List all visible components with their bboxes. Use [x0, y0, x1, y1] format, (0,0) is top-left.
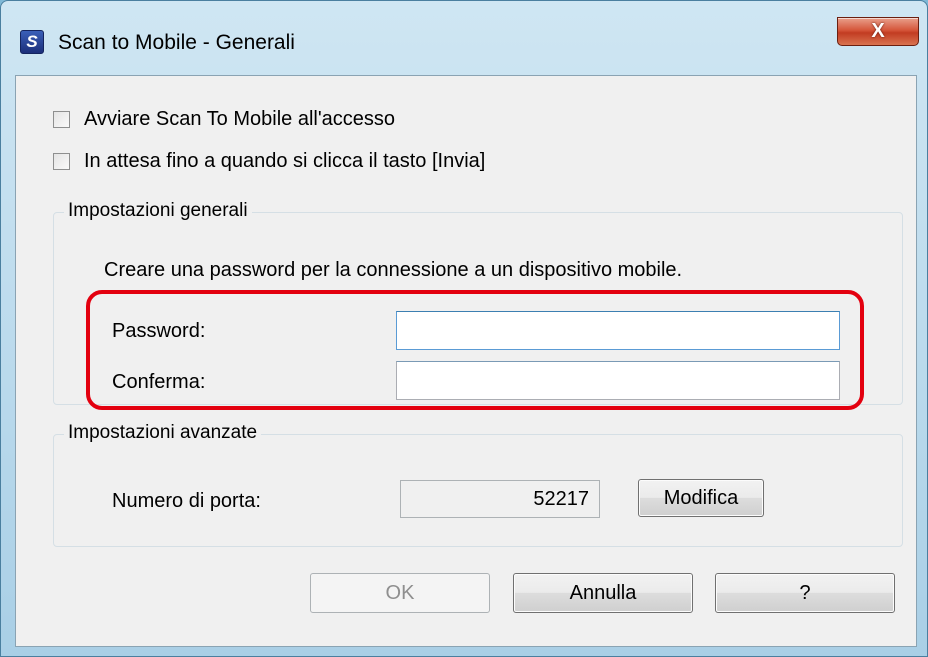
- help-button[interactable]: ?: [715, 573, 895, 613]
- dialog-window: S Scan to Mobile - Generali X Avviare Sc…: [0, 0, 928, 657]
- close-icon: X: [871, 20, 885, 42]
- start-at-login-checkbox[interactable]: [53, 111, 70, 128]
- scan-to-mobile-app-icon: S: [20, 30, 44, 54]
- window-title: Scan to Mobile - Generali: [58, 31, 295, 54]
- cancel-button[interactable]: Annulla: [513, 573, 693, 613]
- advanced-settings-group: Impostazioni avanzate Numero di porta: 5…: [53, 422, 903, 547]
- start-at-login-label: Avviare Scan To Mobile all'accesso: [84, 108, 396, 130]
- wait-for-send-checkbox[interactable]: [53, 153, 70, 170]
- general-settings-group: Impostazioni generali Creare una passwor…: [53, 200, 903, 405]
- confirm-password-input[interactable]: [396, 361, 840, 400]
- wait-for-send-option[interactable]: In attesa fino a quando si clicca il tas…: [53, 150, 485, 173]
- confirm-password-label: Conferma:: [112, 371, 206, 393]
- password-description: Creare una password per la connessione a…: [104, 259, 683, 281]
- password-input[interactable]: [396, 311, 840, 350]
- port-number-field: 52217: [400, 480, 600, 518]
- advanced-settings-title: Impostazioni avanzate: [64, 422, 262, 444]
- wait-for-send-label: In attesa fino a quando si clicca il tas…: [84, 150, 486, 172]
- port-number-label: Numero di porta:: [112, 490, 261, 512]
- general-settings-title: Impostazioni generali: [64, 200, 252, 222]
- modify-port-button[interactable]: Modifica: [638, 479, 764, 517]
- password-label: Password:: [112, 320, 206, 342]
- title-bar[interactable]: S Scan to Mobile - Generali X: [1, 1, 927, 65]
- start-at-login-option[interactable]: Avviare Scan To Mobile all'accesso: [53, 108, 395, 131]
- ok-button[interactable]: OK: [310, 573, 490, 613]
- dialog-client-area: Avviare Scan To Mobile all'accesso In at…: [15, 75, 917, 647]
- close-button[interactable]: X: [837, 17, 919, 46]
